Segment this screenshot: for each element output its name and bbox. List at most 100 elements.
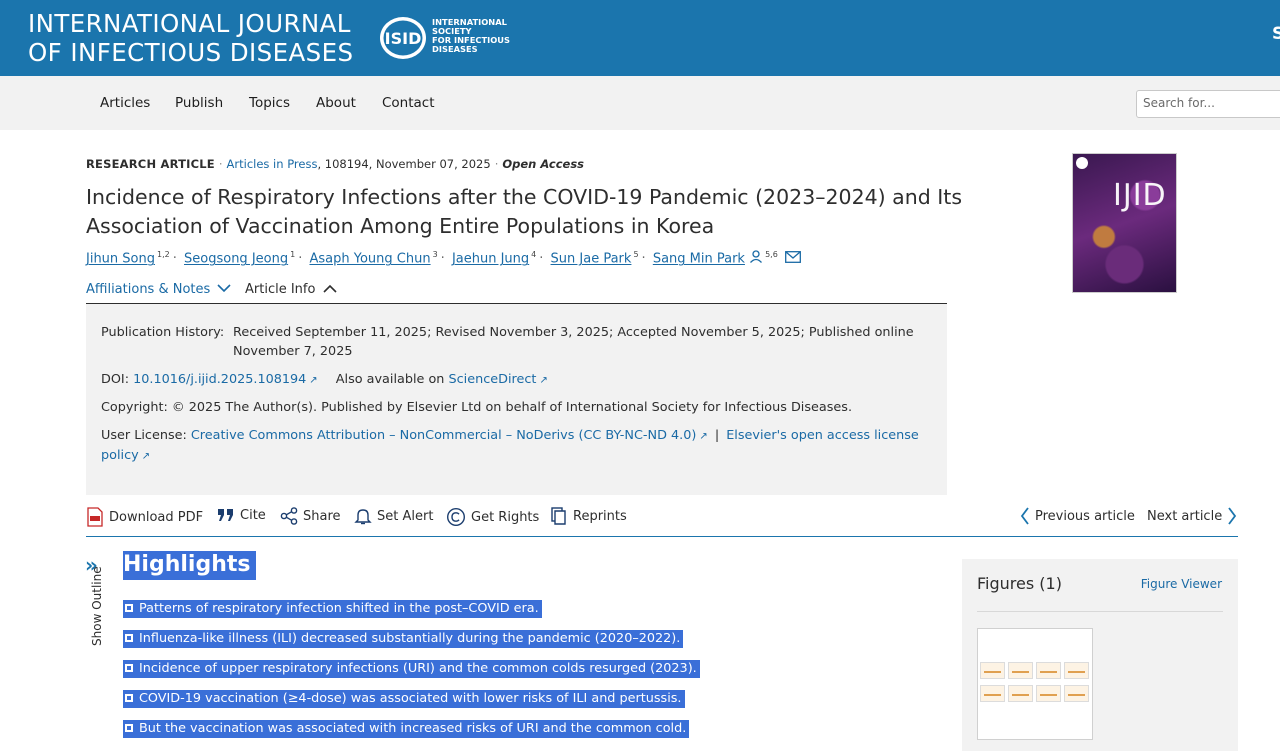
figure-thumbnail[interactable]	[977, 628, 1093, 740]
nav-articles[interactable]: Articles	[100, 95, 150, 111]
highlight-text: Influenza-like illness (ILI) decreased s…	[139, 631, 681, 646]
get-rights-label: Get Rights	[471, 509, 540, 525]
cc-license-link[interactable]: Creative Commons Attribution – NonCommer…	[191, 428, 696, 443]
author-link[interactable]: Jaehun Jung	[452, 251, 529, 266]
author-affiliation-sup: 4	[531, 250, 537, 259]
highlight-text: COVID-19 vaccination (≥4-dose) was assoc…	[139, 691, 682, 706]
bullet-icon	[125, 724, 133, 732]
cite-label: Cite	[240, 507, 266, 523]
author-link[interactable]: Seogsong Jeong	[184, 251, 288, 266]
isid-line: DISEASES	[432, 44, 478, 54]
header-cut-text[interactable]: S	[1272, 24, 1280, 44]
show-outline-button[interactable]: Show Outline	[90, 566, 104, 646]
external-link-icon: ↗	[699, 431, 708, 442]
previous-article-link[interactable]: Previous article	[1020, 507, 1135, 525]
copyright-text: Copyright: © 2025 The Author(s). Publish…	[101, 400, 853, 415]
elsevier-oa-policy-text: Elsevier's open access license	[726, 428, 919, 443]
figure-panel-thumb	[1064, 685, 1089, 702]
author-link[interactable]: Asaph Young Chun	[309, 251, 430, 266]
figure-panel-thumb	[1008, 662, 1033, 679]
author-list: Jihun Song 1,2 · Seogsong Jeong 1 · Asaph Yo…	[86, 250, 801, 266]
journal-header: INTERNATIONAL JOURNAL OF INFECTIOUS DISE…	[0, 0, 1280, 76]
highlight-item: COVID-19 vaccination (≥4-dose) was assoc…	[123, 690, 685, 708]
get-rights-button[interactable]: Get Rights	[446, 507, 539, 527]
license-row: User License: Creative Commons Attributi…	[101, 426, 921, 466]
email-icon[interactable]	[785, 251, 801, 264]
highlights-heading: Highlights	[123, 551, 257, 580]
copyright-icon	[446, 507, 466, 527]
download-pdf-button[interactable]: Download PDF	[86, 507, 203, 527]
figure-panel-thumb	[980, 685, 1005, 702]
figure-panel-thumb	[980, 662, 1005, 679]
meta-separator: ·	[494, 157, 499, 171]
cite-button[interactable]: Cite	[217, 507, 266, 523]
next-article-link[interactable]: Next article	[1147, 507, 1237, 525]
pdf-icon	[87, 507, 103, 527]
set-alert-button[interactable]: Set Alert	[354, 507, 433, 525]
article-tabs: Affiliations & Notes Article Info	[86, 280, 947, 304]
article-meta: RESEARCH ARTICLE · Articles in Press, 1081…	[86, 157, 584, 171]
previous-article-label: Previous article	[1035, 508, 1135, 524]
journal-home-link[interactable]: INTERNATIONAL JOURNAL OF INFECTIOUS DISE…	[28, 9, 353, 67]
article-info-panel: Publication History: Received September …	[86, 304, 947, 495]
chevron-right-icon	[1228, 507, 1237, 525]
figure-viewer-link[interactable]: Figure Viewer	[1141, 577, 1222, 591]
reprints-label: Reprints	[573, 509, 627, 524]
figure-panel-thumb	[1064, 662, 1089, 679]
nav-contact[interactable]: Contact	[382, 95, 435, 111]
sciencedirect-link[interactable]: ScienceDirect	[449, 372, 537, 387]
author-separator: ·	[539, 251, 544, 267]
also-available-label: Also available on	[335, 372, 445, 387]
figures-panel: Figures (1) Figure Viewer	[962, 559, 1238, 751]
reprints-button[interactable]: Reprints	[550, 507, 627, 526]
author-link[interactable]: Sun Jae Park	[551, 251, 632, 266]
nav-publish[interactable]: Publish	[175, 95, 223, 111]
bullet-icon	[125, 604, 133, 612]
journal-title-line2: OF INFECTIOUS DISEASES	[28, 38, 354, 67]
doi-row: DOI: 10.1016/j.ijid.2025.108194 ↗ Also av…	[101, 370, 548, 390]
chevron-left-icon	[1020, 507, 1029, 525]
author-link[interactable]: Sang Min Park	[653, 251, 745, 266]
highlight-text: Patterns of respiratory infection shifte…	[139, 601, 539, 616]
article-title: Incidence of Respiratory Infections afte…	[86, 185, 963, 238]
figures-title: Figures (1)	[977, 574, 1062, 593]
author-affiliation-sup: 1	[290, 250, 296, 259]
license-separator: |	[714, 428, 720, 443]
chevron-up-icon	[323, 284, 337, 293]
highlight-text: But the vaccination was associated with …	[139, 721, 687, 736]
author-affiliation-sup: 5,6	[765, 250, 778, 259]
highlight-item: Patterns of respiratory infection shifte…	[123, 600, 542, 618]
chevron-down-icon	[217, 284, 231, 293]
highlight-item: But the vaccination was associated with …	[123, 720, 690, 738]
articles-in-press-link[interactable]: Articles in Press	[227, 157, 318, 171]
license-label: User License:	[101, 428, 187, 443]
article-type: RESEARCH ARTICLE	[86, 157, 215, 171]
publication-history-line: Received September 11, 2025; Revised Nov…	[233, 325, 914, 340]
figure-panel-thumb	[1036, 685, 1061, 702]
set-alert-label: Set Alert	[377, 508, 434, 524]
isid-logo-text: ISID	[385, 29, 422, 48]
highlight-item: Influenza-like illness (ILI) decreased s…	[123, 630, 684, 648]
share-button[interactable]: Share	[280, 507, 341, 525]
tab-article-info[interactable]: Article Info	[245, 282, 337, 297]
publication-history-line: November 7, 2025	[233, 344, 353, 359]
bullet-icon	[125, 664, 133, 672]
elsevier-oa-policy-text: policy	[101, 448, 139, 463]
author-link[interactable]: Jihun Song	[86, 251, 155, 266]
figure-panel-thumb	[1036, 662, 1061, 679]
author-affiliation-sup: 5	[633, 250, 639, 259]
meta-separator: ·	[218, 157, 223, 171]
publication-history-label: Publication History:	[101, 325, 225, 340]
tab-affiliations-notes[interactable]: Affiliations & Notes	[86, 282, 231, 297]
nav-about[interactable]: About	[316, 95, 356, 111]
article-number-date: , 108194, November 07, 2025	[317, 157, 491, 171]
journal-cover-image[interactable]: IJID	[1072, 153, 1177, 293]
search-input[interactable]: Search for...	[1136, 90, 1280, 118]
isid-logo[interactable]: ISID	[378, 15, 428, 61]
author-affiliation-sup: 1,2	[157, 250, 170, 259]
doi-link[interactable]: 10.1016/j.ijid.2025.108194	[133, 372, 306, 387]
article-toolbar: Download PDF Cite Share Set Alert Get Ri…	[86, 504, 1238, 537]
nav-topics[interactable]: Topics	[249, 95, 290, 111]
reprints-icon	[551, 507, 566, 525]
figures-divider	[977, 611, 1223, 612]
